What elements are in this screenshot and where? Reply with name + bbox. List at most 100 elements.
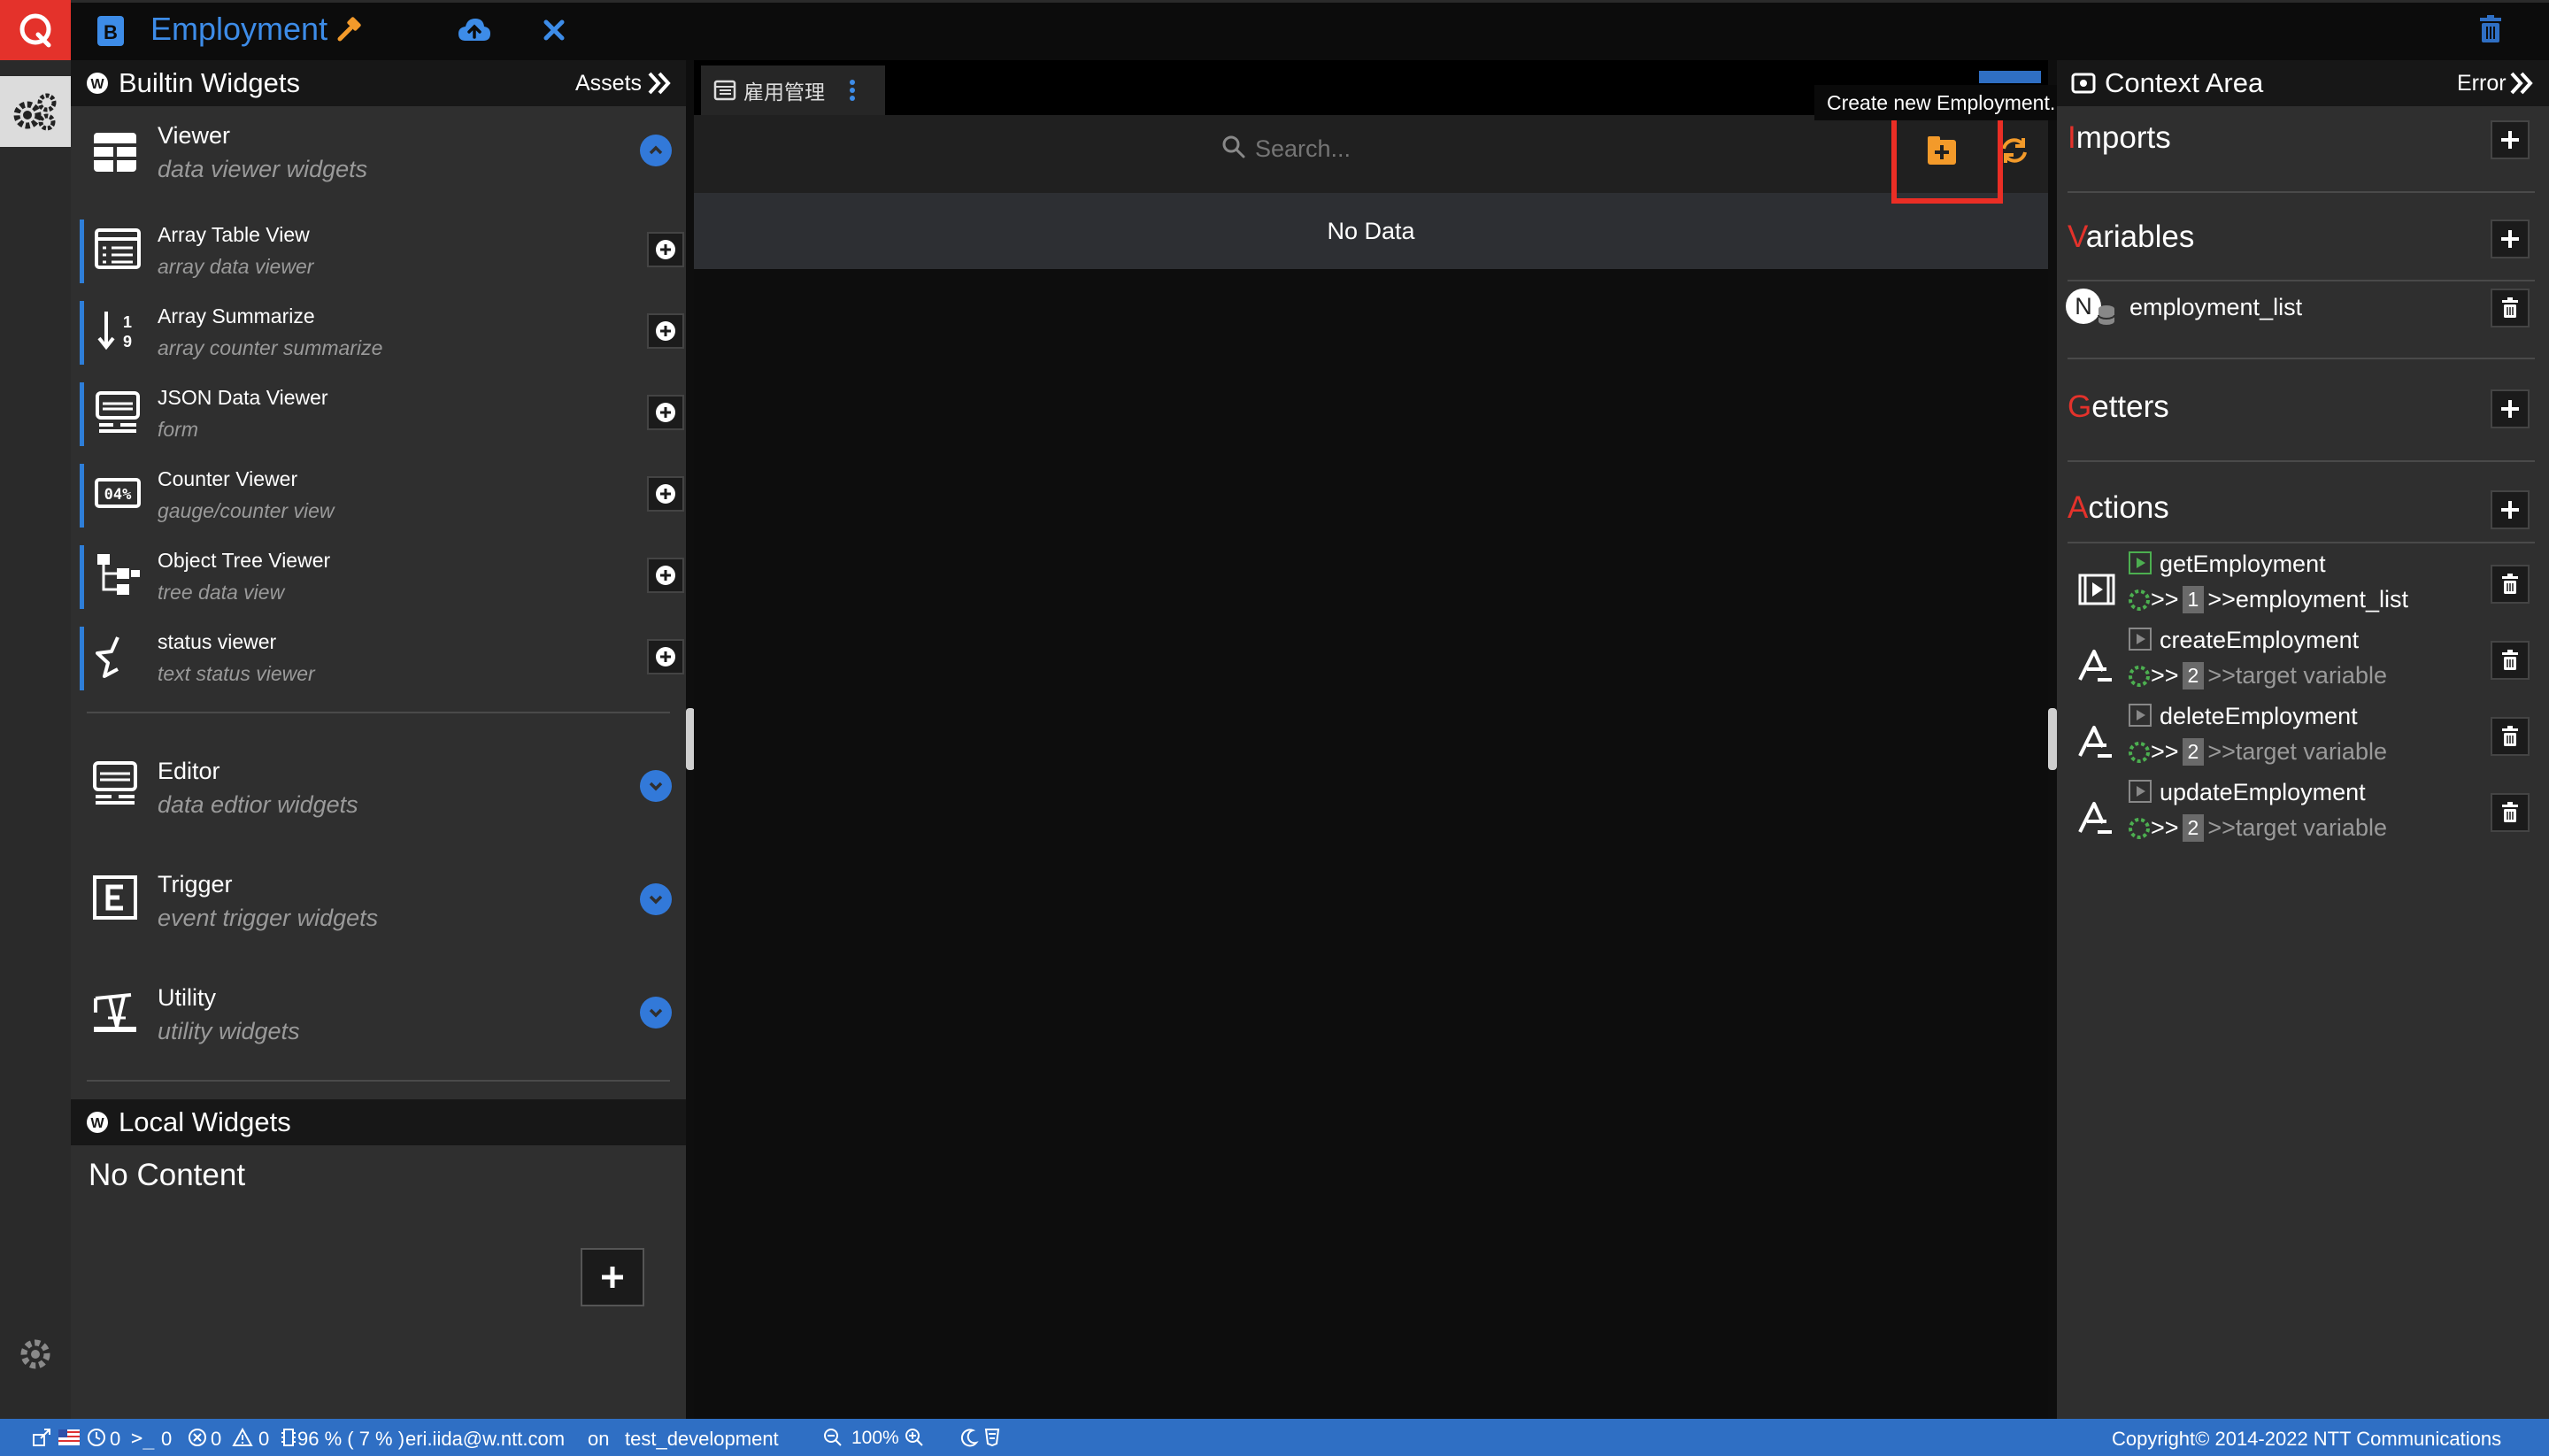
action-item-create-employment[interactable]: createEmployment >> 2 >>target variable <box>2057 621 2549 697</box>
variables-section-title: Variables <box>2068 220 2195 254</box>
kebab-menu-icon[interactable] <box>848 78 857 103</box>
trash-icon <box>2502 726 2518 746</box>
delete-variable-button[interactable] <box>2491 289 2530 327</box>
divider <box>2068 358 2535 359</box>
cloud-upload-icon[interactable] <box>457 16 492 44</box>
imports-section-title: Imports <box>2068 120 2171 155</box>
add-widget-button[interactable] <box>647 313 684 349</box>
hammer-icon[interactable] <box>336 16 363 42</box>
widget-item-array-table-view[interactable]: Array Table View array data viewer <box>80 212 684 285</box>
double-chevron-right-icon[interactable] <box>2508 70 2535 96</box>
chevron-down-icon[interactable] <box>640 883 672 915</box>
environment-name[interactable]: test_development <box>625 1428 779 1451</box>
variable-name[interactable]: employment_list <box>2129 294 2302 321</box>
app-title: Employment <box>150 11 328 47</box>
widget-item-object-tree-viewer[interactable]: Object Tree Viewer tree data view <box>80 538 684 611</box>
delete-action-button[interactable] <box>2491 565 2530 604</box>
add-widget-button[interactable] <box>647 395 684 430</box>
zoom-in-icon[interactable] <box>905 1428 924 1447</box>
widget-item-status-viewer[interactable]: status viewer text status viewer <box>80 620 684 692</box>
terminal-count: 0 <box>161 1428 173 1450</box>
plus-icon <box>2501 501 2519 519</box>
svg-text:B: B <box>104 21 118 43</box>
zoom-level: 100% <box>851 1428 899 1448</box>
memory-usage: 96 % ( 7 % ) <box>297 1428 405 1450</box>
add-import-button[interactable] <box>2491 120 2530 159</box>
clock-icon <box>88 1429 105 1446</box>
user-email[interactable]: eri.iida@w.ntt.com <box>405 1428 565 1451</box>
warning-count: 0 <box>258 1428 270 1450</box>
widget-item-array-summarize[interactable]: 1 9 Array Summarize array counter summar… <box>80 294 684 366</box>
context-area-panel: Context Area Error Imports Variables N e… <box>2057 60 2549 1419</box>
double-chevron-right-icon[interactable] <box>646 70 673 96</box>
plus-icon <box>2501 400 2519 418</box>
moon-icon[interactable] <box>959 1428 979 1447</box>
data-toolbar <box>694 115 2048 193</box>
editor-form-icon <box>93 761 137 805</box>
action-item-update-employment[interactable]: updateEmployment >> 2 >>target variable <box>2057 774 2549 850</box>
star-half-icon <box>96 636 119 678</box>
error-link[interactable]: Error <box>2457 71 2507 96</box>
widget-sub: array data viewer <box>158 255 314 278</box>
plus-icon <box>2501 131 2519 149</box>
chevron-up-icon[interactable] <box>640 135 672 166</box>
highlight-box <box>1891 115 2003 204</box>
action-name: updateEmployment <box>2160 779 2366 805</box>
plus-icon <box>2501 230 2519 248</box>
utility-subtitle: utility widgets <box>158 1018 300 1044</box>
top-bar <box>0 0 2549 60</box>
delete-action-button[interactable] <box>2491 717 2530 756</box>
divider <box>2068 191 2535 193</box>
delete-action-button[interactable] <box>2491 641 2530 680</box>
trigger-accordion[interactable]: Trigger event trigger widgets <box>71 855 686 935</box>
clock-count: 0 <box>110 1428 121 1450</box>
add-widget-button[interactable] <box>647 558 684 593</box>
loading-spinner-icon <box>2129 589 2150 611</box>
refresh-button[interactable] <box>1998 135 2030 166</box>
add-action-button[interactable] <box>2491 490 2530 529</box>
add-widget-button[interactable] <box>647 639 684 674</box>
play-box-icon <box>2129 704 2152 727</box>
search-input[interactable] <box>1255 131 1574 166</box>
editor-subtitle: data edtior widgets <box>158 791 358 818</box>
tab-employment-management[interactable]: 雇用管理 <box>701 65 885 115</box>
zoom-out-icon[interactable] <box>823 1428 843 1447</box>
chevron-down-icon[interactable] <box>640 770 672 802</box>
widget-sub: tree data view <box>158 581 285 604</box>
viewer-accordion[interactable]: Viewer data viewer widgets <box>71 115 686 186</box>
editor-accordion[interactable]: Editor data edtior widgets <box>71 742 686 821</box>
add-local-widget-button[interactable] <box>581 1248 644 1306</box>
delete-action-button[interactable] <box>2491 793 2530 832</box>
expand-icon[interactable] <box>32 1428 51 1447</box>
right-splitter-handle[interactable] <box>2048 708 2057 770</box>
context-area-header: Context Area Error <box>2057 60 2549 106</box>
settings-tab[interactable] <box>0 76 71 147</box>
app-logo[interactable] <box>0 0 71 60</box>
settings-gear-icon[interactable] <box>18 1337 53 1372</box>
action-flow: >> 2 >>target variable <box>2128 662 2387 689</box>
add-getter-button[interactable] <box>2491 389 2530 428</box>
close-icon[interactable] <box>542 18 566 42</box>
widget-item-counter-viewer[interactable]: 04% Counter Viewer gauge/counter view <box>80 457 684 529</box>
search-icon <box>1222 135 1245 158</box>
add-widget-button[interactable] <box>647 476 684 512</box>
action-item-get-employment[interactable]: getEmployment >> 1 >>employment_list <box>2057 545 2549 621</box>
play-box-icon <box>2129 780 2152 803</box>
assets-link[interactable]: Assets <box>575 71 642 96</box>
play-box-icon <box>2129 628 2152 651</box>
plus-icon <box>602 1267 623 1288</box>
utility-accordion[interactable]: Utility utility widgets <box>71 968 686 1048</box>
action-name: getEmployment <box>2160 551 2326 577</box>
css-icon[interactable] <box>984 1428 1000 1447</box>
chevron-down-icon[interactable] <box>640 997 672 1028</box>
widget-item-json-data-viewer[interactable]: JSON Data Viewer form <box>80 375 684 448</box>
action-item-delete-employment[interactable]: deleteEmployment >> 2 >>target variable <box>2057 697 2549 774</box>
loading-spinner-icon <box>2129 817 2150 839</box>
play-box-icon <box>2129 551 2152 574</box>
trash-icon[interactable] <box>2478 14 2503 44</box>
ai-logo-icon <box>2078 650 2112 682</box>
add-widget-button[interactable] <box>647 232 684 267</box>
add-variable-button[interactable] <box>2491 220 2530 258</box>
us-flag-icon[interactable] <box>58 1429 80 1445</box>
svg-text:W: W <box>90 77 104 92</box>
